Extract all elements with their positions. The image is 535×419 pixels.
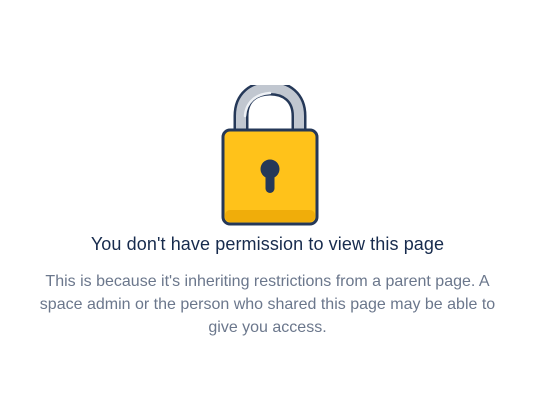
permission-denied-panel: You don't have permission to view this p… — [0, 0, 535, 419]
page-title: You don't have permission to view this p… — [90, 234, 445, 254]
lock-icon — [220, 80, 320, 227]
permission-description: This is because it's inheriting restrict… — [39, 273, 496, 336]
